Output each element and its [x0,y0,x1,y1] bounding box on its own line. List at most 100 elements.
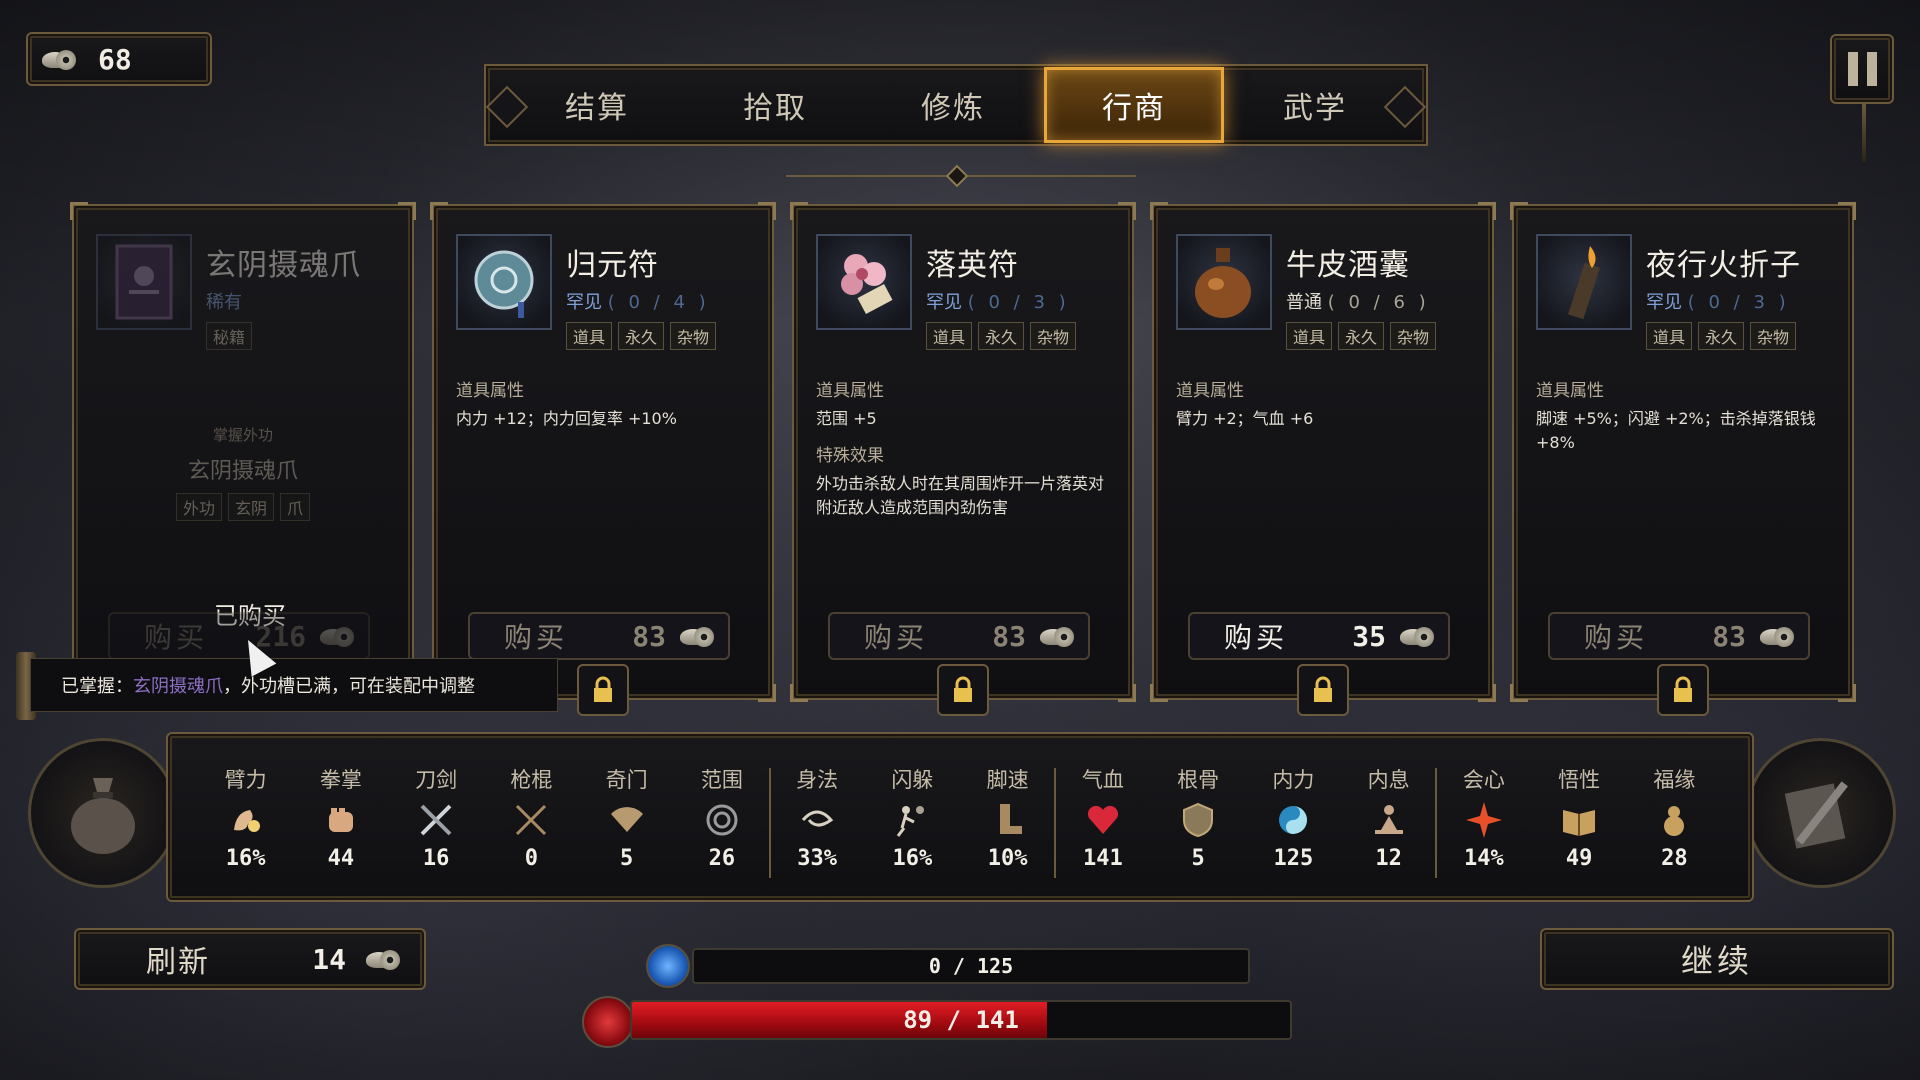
pause-tassel [1862,104,1866,162]
stat-luck: 福缘 28 [1627,764,1722,871]
stat-name: 刀剑 [415,767,458,792]
mana-bar: 0 / 125 [692,948,1250,984]
section-title: 道具属性 [456,381,524,401]
boot-icon [960,798,1055,842]
buy-button[interactable]: 购买 83 [828,612,1090,660]
dodge-icon [865,798,960,842]
item-tag: 杂物 [1750,322,1797,350]
blossom-icon [816,234,912,330]
buy-button[interactable]: 购买 35 [1188,612,1450,660]
price: 83 [632,619,666,653]
section-title: 特殊效果 [816,446,884,466]
buy-label: 购买 [864,621,929,654]
item-tag: 道具 [926,322,973,350]
stats-bar: 臂力 16% 拳掌 44 刀剑 16 枪棍 0 奇门 5 范围 26 身法 33… [166,732,1754,902]
scroll-sword-icon [1784,781,1848,849]
stat-value: 16% [225,845,266,871]
buy-button[interactable]: 购买 83 [468,612,730,660]
shop-card-3: 落英符 罕见 ( 0 / 3 ) 道具 永久 杂物 道具属性 范围 +5 特殊效… [790,202,1136,716]
stat-value: 141 [1083,845,1123,871]
tab-settlement[interactable]: 结算 [510,67,684,143]
price: 83 [1712,619,1746,653]
stat-arm-strength: 臂力 16% [198,764,293,871]
mana-text: 0 / 125 [928,954,1014,978]
inventory-bag-button[interactable] [28,738,178,888]
stat-value: 0 [524,845,538,871]
coin-icon [1760,625,1794,647]
item-tag: 永久 [1698,322,1745,350]
item-tag: 道具 [1286,322,1333,350]
crossed-spears-icon [484,798,579,842]
buy-button[interactable]: 购买 83 [1548,612,1810,660]
health-orb-icon [582,996,634,1048]
mastery-tag: 外功 [175,493,222,521]
continue-button[interactable]: 继续 [1540,928,1894,990]
pause-button[interactable] [1830,34,1894,104]
tab-training[interactable]: 修炼 [866,67,1040,143]
lock-button[interactable] [1297,664,1349,716]
tooltip-prefix: 已掌握： [61,676,133,697]
coin-icon [366,948,400,970]
item-rarity: 稀有 [206,292,242,313]
lock-button[interactable] [937,664,989,716]
burst-icon [1436,798,1531,842]
stat-name: 拳掌 [319,767,362,792]
stat-value: 125 [1273,845,1314,871]
item-count: ( 0 / 3 ) [1687,292,1790,313]
buy-label: 购买 [504,621,569,654]
coin-icon [320,625,354,647]
stat-blade: 刀剑 16 [389,764,484,871]
price: 35 [1352,619,1386,653]
tab-merchant[interactable]: 行商 [1044,67,1224,143]
stat-value: 26 [708,845,736,871]
lock-button[interactable] [577,664,629,716]
book-open-icon [1532,798,1627,842]
stat-value: 5 [620,845,634,871]
heart-icon [1055,798,1150,842]
book-icon [96,234,192,330]
item-tag: 杂物 [1390,322,1437,350]
item-count: ( 0 / 6 ) [1327,292,1430,313]
tab-martial-arts[interactable]: 武学 [1228,67,1402,143]
shop-card-2: 归元符 罕见 ( 0 / 4 ) 道具 永久 杂物 道具属性 内力 +12；内力… [430,202,776,716]
stat-breath: 内息 12 [1341,764,1438,878]
stat-value: 33% [797,845,837,871]
stat-constitution: 根骨 5 [1151,764,1246,871]
stat-value: 10% [987,845,1028,871]
item-name: 夜行火折子 [1646,248,1801,283]
stat-spear: 枪棍 0 [484,764,579,871]
meditate-icon [1341,798,1436,842]
item-rarity: 罕见 [566,292,602,313]
stat-name: 气血 [1081,767,1124,792]
stat-name: 身法 [796,767,839,792]
lock-icon [1674,676,1692,702]
refresh-button[interactable]: 刷新 14 [74,928,426,990]
item-rarity: 罕见 [1646,292,1682,313]
buy-label: 购买 [1584,621,1649,654]
section-text: 脚速 +5%；闪避 +2%；击杀掉落银钱 +8% [1536,409,1816,452]
stat-name: 范围 [700,767,743,792]
section-title: 道具属性 [816,381,884,401]
gourd-icon [1627,798,1722,842]
item-tag: 道具 [1646,322,1693,350]
arm-icon [198,798,293,842]
mastery-tag: 玄阴 [227,493,274,521]
mastery-label: 掌握外功 [212,426,273,444]
price: 83 [992,619,1026,653]
lock-button[interactable] [1657,664,1709,716]
stat-name: 会心 [1462,767,1505,792]
stat-name: 脚速 [986,767,1029,792]
stat-name: 奇门 [605,767,648,792]
martial-scroll-button[interactable] [1746,738,1896,888]
item-tag: 永久 [618,322,665,350]
fist-icon [293,798,388,842]
stat-critical: 会心 14% [1436,764,1531,871]
currency-value: 68 [98,42,132,76]
stat-name: 臂力 [224,767,267,792]
stat-name: 内力 [1272,767,1315,792]
tab-loot[interactable]: 拾取 [688,67,862,143]
lock-icon [594,676,612,702]
stat-name: 内息 [1367,767,1410,792]
stat-value: 44 [327,845,355,871]
stat-inner-power: 内力 125 [1246,764,1341,871]
